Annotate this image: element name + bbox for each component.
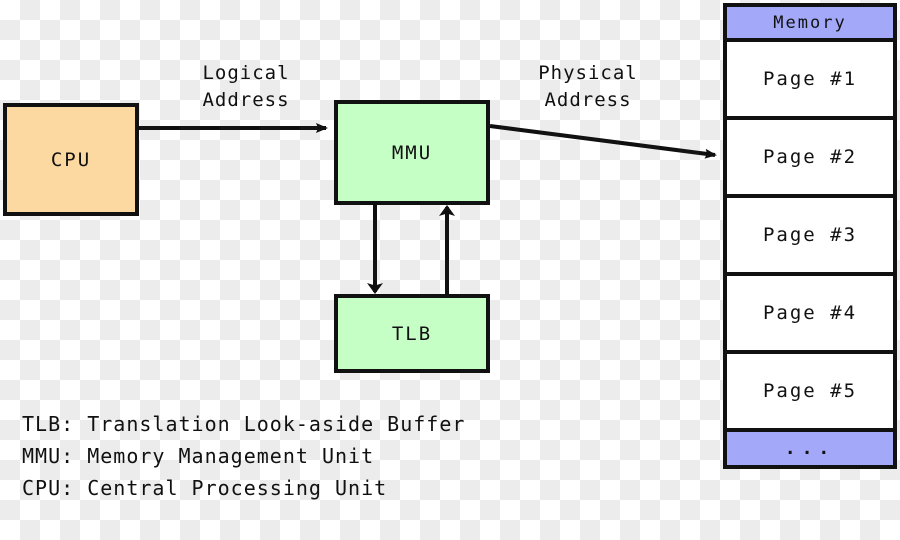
memory-page-label: Page #1 <box>762 68 858 90</box>
memory-page-label: Page #2 <box>762 146 858 168</box>
legend-item-mmu: MMU: Memory Management Unit <box>22 444 375 468</box>
cpu-node-label: CPU <box>50 148 92 171</box>
legend-item-cpu: CPU: Central Processing Unit <box>22 476 388 500</box>
tlb-node-label: TLB <box>391 322 433 345</box>
cpu-node[interactable]: CPU <box>3 103 139 216</box>
logical-address-label: Logical Address <box>202 62 290 111</box>
tlb-node[interactable]: TLB <box>334 294 490 373</box>
mmu-node[interactable]: MMU <box>334 100 490 205</box>
memory-page-label: Page #3 <box>762 224 858 246</box>
memory-page-row[interactable]: Page #3 <box>727 198 893 276</box>
legend-item-tlb: TLB: Translation Look-aside Buffer <box>22 412 466 436</box>
diagram-canvas: CPU MMU TLB Logical Address Physical Add… <box>0 0 900 540</box>
memory-table-header-label: Memory <box>773 12 847 33</box>
memory-table: Memory Page #1 Page #2 Page #3 Page #4 P… <box>723 3 897 469</box>
memory-more-rows-indicator: ... <box>727 432 893 465</box>
arrow-mmu-to-memory <box>489 124 717 159</box>
memory-page-row[interactable]: Page #2 <box>727 120 893 198</box>
memory-page-label: Page #5 <box>762 380 858 402</box>
ellipsis-label: ... <box>784 438 836 459</box>
memory-table-header: Memory <box>727 7 893 42</box>
mmu-node-label: MMU <box>391 141 433 164</box>
memory-page-row[interactable]: Page #4 <box>727 276 893 354</box>
memory-page-row[interactable]: Page #5 <box>727 354 893 432</box>
physical-address-label: Physical Address <box>538 62 638 111</box>
legend: TLB: Translation Look-aside Buffer MMU: … <box>22 408 465 504</box>
memory-page-row[interactable]: Page #1 <box>727 42 893 120</box>
memory-page-label: Page #4 <box>762 302 858 324</box>
